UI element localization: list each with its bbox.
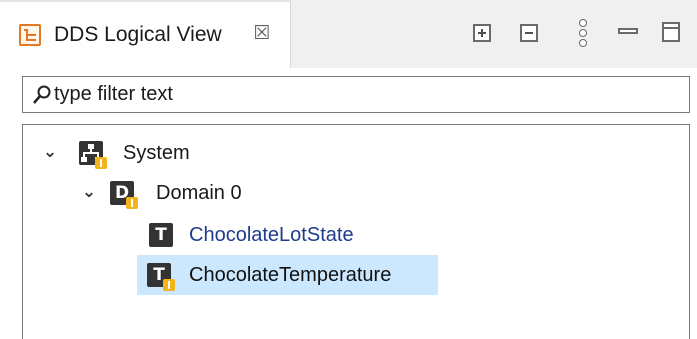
view-tab-bar: DDS Logical View ☒ (0, 0, 697, 68)
tree-item-chocolatelotstate[interactable]: T ChocolateLotState (137, 214, 409, 254)
tree-item-domain-0[interactable]: ⌄ D Domain 0 (23, 172, 303, 212)
tree-view-icon (19, 24, 41, 46)
view-menu-icon[interactable] (578, 19, 590, 47)
tree-item-label: Domain 0 (156, 182, 242, 204)
topic-icon: T (149, 223, 173, 247)
system-icon (79, 141, 107, 169)
view-title: DDS Logical View (54, 23, 222, 46)
warning-badge-icon (163, 279, 175, 291)
topic-icon: T (147, 263, 175, 291)
logical-tree: ⌄ System ⌄ D Domain 0 T ChocolateLotStat… (22, 124, 690, 339)
filter-input[interactable] (54, 80, 674, 109)
filter-box (22, 76, 690, 113)
chevron-down-icon[interactable]: ⌄ (41, 143, 59, 161)
topic-icon-letter: T (155, 225, 167, 245)
tree-item-label: ChocolateLotState (189, 224, 354, 246)
close-icon[interactable]: ☒ (253, 22, 271, 44)
dds-logical-view: DDS Logical View ☒ ⌄ (0, 0, 697, 339)
tree-item-label: System (123, 142, 190, 164)
domain-icon: D (110, 181, 138, 209)
maximize-icon[interactable] (662, 22, 680, 42)
warning-badge-icon (95, 157, 107, 169)
chevron-down-icon[interactable]: ⌄ (80, 183, 98, 201)
minimize-icon[interactable] (618, 28, 638, 34)
filter-icon (33, 85, 51, 104)
tab-dds-logical-view[interactable]: DDS Logical View ☒ (0, 0, 291, 68)
collapse-all-icon[interactable] (520, 24, 538, 42)
warning-badge-icon (126, 197, 138, 209)
expand-all-icon[interactable] (473, 24, 491, 42)
tree-item-system[interactable]: ⌄ System (23, 132, 243, 172)
tree-item-chocolatetemperature[interactable]: T ChocolateTemperature (137, 255, 438, 295)
tree-item-label: ChocolateTemperature (189, 264, 392, 286)
